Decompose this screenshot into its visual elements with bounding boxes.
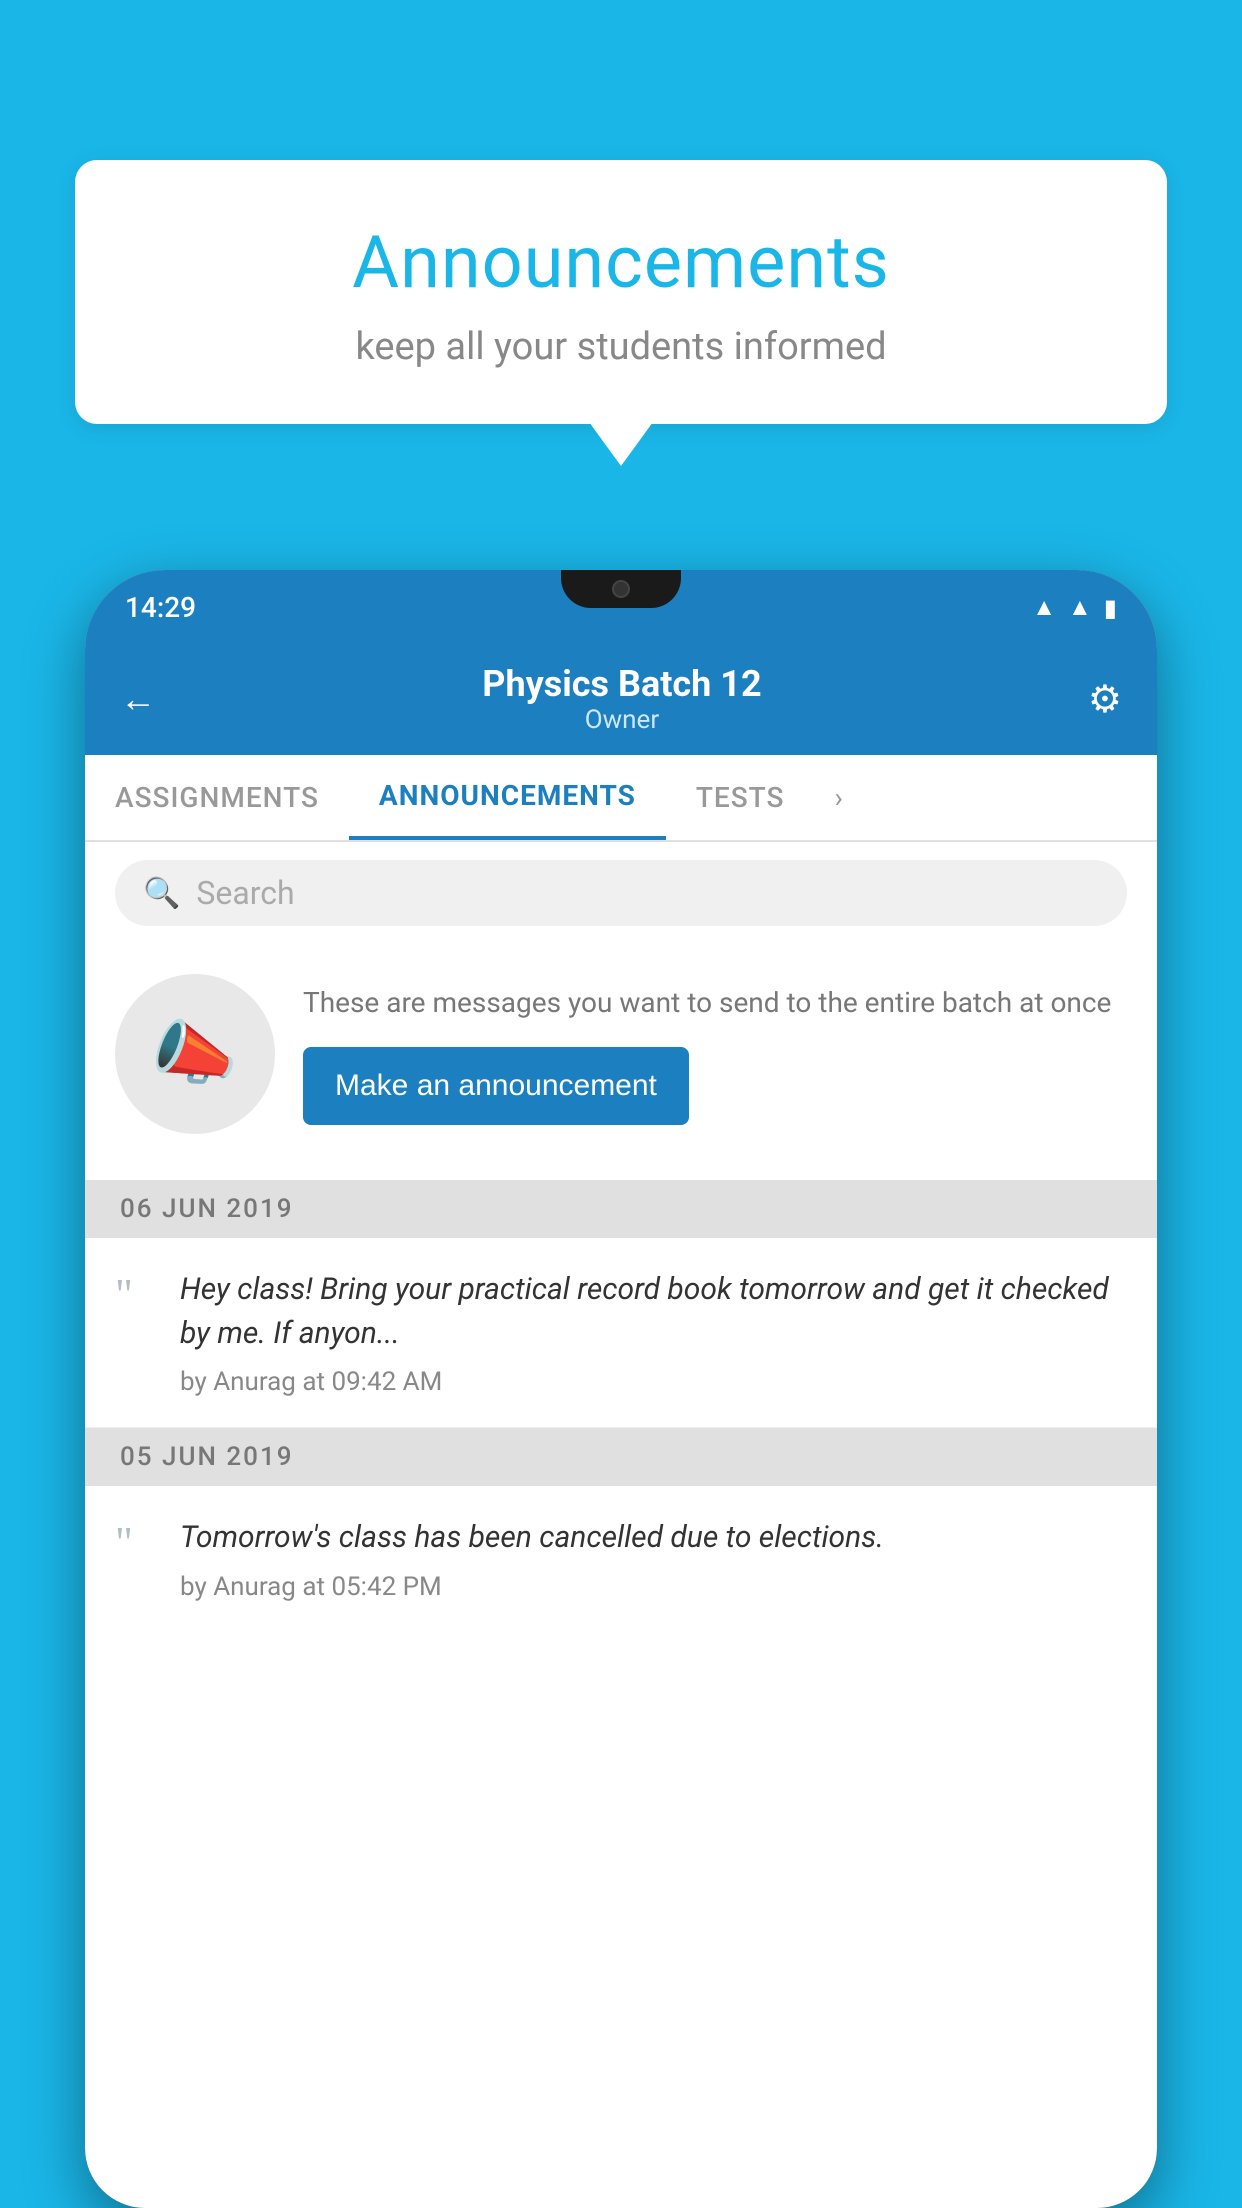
status-bar: 14:29 ▲ ▲ ▮	[85, 570, 1157, 645]
wifi-icon: ▲	[1032, 593, 1056, 622]
announcement-text-block-1: Hey class! Bring your practical record b…	[180, 1268, 1127, 1397]
owner-label: Owner	[482, 705, 761, 735]
tab-assignments[interactable]: ASSIGNMENTS	[85, 757, 349, 838]
promo-description: These are messages you want to send to t…	[303, 983, 1127, 1022]
announcement-meta-2: by Anurag at 05:42 PM	[180, 1572, 1127, 1602]
tabs-more[interactable]: ›	[814, 757, 862, 838]
app-header: ← Physics Batch 12 Owner ⚙	[85, 645, 1157, 755]
announcement-text-2: Tomorrow's class has been cancelled due …	[180, 1516, 1127, 1560]
batch-title: Physics Batch 12	[482, 663, 761, 705]
bubble-subtitle: keep all your students informed	[125, 325, 1117, 369]
announcement-item-1: " Hey class! Bring your practical record…	[85, 1238, 1157, 1428]
search-icon: 🔍	[143, 876, 180, 911]
header-title-block: Physics Batch 12 Owner	[482, 663, 761, 735]
quote-icon-1: "	[115, 1273, 160, 1317]
promo-right: These are messages you want to send to t…	[303, 983, 1127, 1124]
speech-bubble: Announcements keep all your students inf…	[75, 160, 1167, 424]
announcement-meta-1: by Anurag at 09:42 AM	[180, 1367, 1127, 1397]
signal-icon: ▲	[1068, 593, 1092, 622]
back-button[interactable]: ←	[120, 678, 156, 720]
tab-announcements[interactable]: ANNOUNCEMENTS	[349, 755, 666, 840]
megaphone-icon: 📣	[151, 1013, 238, 1095]
date-separator-june5: 05 JUN 2019	[85, 1428, 1157, 1486]
announcement-text-1: Hey class! Bring your practical record b…	[180, 1268, 1127, 1355]
notch	[561, 570, 681, 608]
settings-icon[interactable]: ⚙	[1088, 677, 1122, 722]
search-bar: 🔍 Search	[85, 842, 1157, 944]
search-field[interactable]: 🔍 Search	[115, 860, 1127, 926]
status-icons: ▲ ▲ ▮	[1032, 593, 1117, 622]
battery-icon: ▮	[1104, 594, 1117, 622]
tab-tests[interactable]: TESTS	[666, 757, 815, 838]
notch-camera	[612, 580, 630, 598]
tabs-bar: ASSIGNMENTS ANNOUNCEMENTS TESTS ›	[85, 755, 1157, 842]
announcement-item-2: " Tomorrow's class has been cancelled du…	[85, 1486, 1157, 1632]
promo-card: 📣 These are messages you want to send to…	[85, 944, 1157, 1174]
phone-frame: 14:29 ▲ ▲ ▮ ← Physics Batch 12 Owner ⚙ A…	[85, 570, 1157, 2208]
bubble-title: Announcements	[125, 220, 1117, 305]
date-separator-june6: 06 JUN 2019	[85, 1180, 1157, 1238]
status-time: 14:29	[125, 591, 196, 624]
quote-icon-2: "	[115, 1521, 160, 1565]
announcement-text-block-2: Tomorrow's class has been cancelled due …	[180, 1516, 1127, 1602]
make-announcement-button[interactable]: Make an announcement	[303, 1047, 689, 1125]
search-placeholder: Search	[196, 874, 294, 912]
promo-icon-circle: 📣	[115, 974, 275, 1134]
